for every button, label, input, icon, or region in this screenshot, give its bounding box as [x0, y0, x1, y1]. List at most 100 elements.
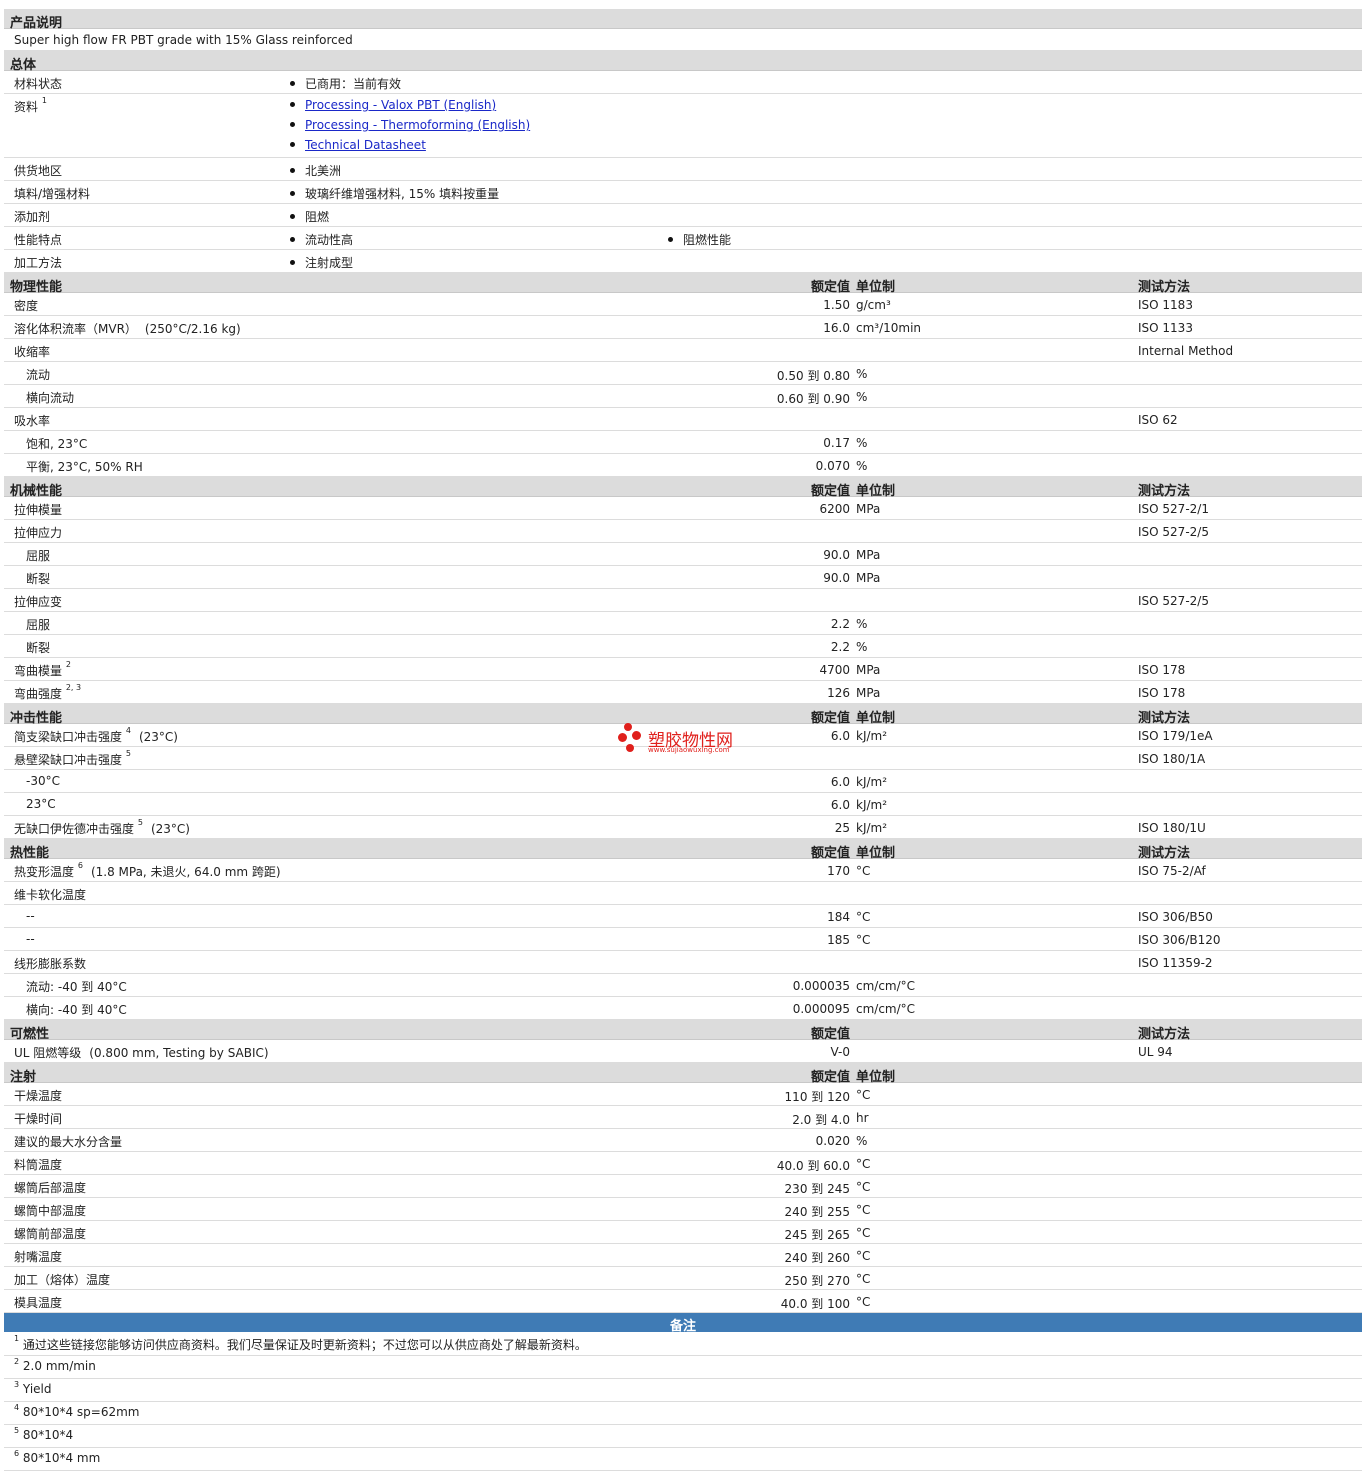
property-label: 流动	[26, 366, 50, 383]
property-value: 2.2	[830, 640, 850, 654]
property-value: 0.000035	[792, 979, 850, 993]
property-value: 0.50 到 0.80	[776, 369, 850, 383]
property-name: 横向: -40 到 40°C	[26, 1003, 127, 1017]
property-method: ISO 180/1A	[1138, 752, 1206, 766]
bullet-icon	[290, 102, 295, 107]
property-method: ISO 62	[1138, 413, 1178, 427]
note-text: 1 通过这些链接您能够访问供应商资料。我们尽量保证及时更新资料；不过您可以从供应…	[14, 1334, 587, 1353]
notes-title: 备注	[669, 1319, 696, 1334]
property-row: 弯曲强度 2, 3 126 MPa ISO 178	[4, 681, 1362, 704]
property-row: 收缩率 Internal Method	[4, 339, 1362, 362]
section-header-mechanical: 机械性能 额定值 单位制 测试方法	[4, 477, 1362, 499]
doc-link-datasheet[interactable]: Technical Datasheet	[305, 138, 426, 152]
property-label: 溶化体积流率（MVR） (250°C/2.16 kg)	[14, 320, 241, 337]
property-unit: °C	[856, 1272, 871, 1286]
footnote-number: 6	[14, 1449, 20, 1458]
property-row: 流动: -40 到 40°C 0.000035 cm/cm/°C	[4, 974, 1362, 997]
property-value: 2.0 到 4.0	[792, 1113, 850, 1127]
property-unit: cm³/10min	[856, 321, 922, 335]
property-value: 90.0	[823, 548, 850, 562]
bullet-value: 玻璃纤维增强材料, 15% 填料按重量	[290, 185, 499, 202]
property-row: 平衡, 23°C, 50% RH 0.070%	[4, 454, 1362, 477]
footnote-ref: 5	[137, 818, 143, 827]
property-row: 干燥温度 110 到 120 °C	[4, 1083, 1362, 1106]
property-row: 线形膨胀系数 ISO 11359-2	[4, 951, 1362, 974]
property-value: 0.17	[823, 436, 850, 450]
property-unit: °C	[856, 910, 871, 924]
property-row: 拉伸模量 6200 MPa ISO 527-2/1	[4, 497, 1362, 520]
property-label: 拉伸应变	[14, 593, 62, 610]
section-header-general: 总体	[4, 51, 1362, 73]
section-header-flammability: 可燃性 额定值 测试方法	[4, 1020, 1362, 1042]
property-method: ISO 11359-2	[1138, 956, 1213, 970]
property-condition: (1.8 MPa, 未退火, 64.0 mm 跨距)	[90, 865, 281, 879]
property-unit: %	[856, 459, 868, 473]
note-content: 80*10*4 mm	[22, 1451, 101, 1465]
property-value: 170	[827, 864, 850, 878]
property-value: 230 到 245	[784, 1182, 850, 1196]
bullet-icon	[290, 142, 295, 147]
property-unit: °C	[856, 864, 871, 878]
property-name: -30°C	[26, 774, 60, 788]
property-row: 模具温度 40.0 到 100 °C	[4, 1290, 1362, 1313]
property-name: 平衡, 23°C, 50% RH	[26, 460, 143, 474]
property-name: --	[26, 932, 35, 946]
property-row: 吸水率 ISO 62	[4, 408, 1362, 431]
property-value: 2.2	[830, 617, 850, 631]
doc-link-item[interactable]: Processing - Valox PBT (English)	[290, 98, 530, 118]
property-label: 拉伸应力	[14, 524, 62, 541]
property-method: ISO 1183	[1138, 298, 1193, 312]
property-row: 23°C 6.0 kJ/m²	[4, 793, 1362, 816]
footnote-ref: 5	[125, 749, 131, 758]
bullet-value: 阻燃	[290, 208, 329, 225]
row-label: 加工方法	[14, 256, 63, 270]
watermark-url: www.sujiaowuxing.com	[648, 746, 730, 754]
property-row: 屈服 90.0 MPa	[4, 543, 1362, 566]
property-name: 螺筒中部温度	[14, 1204, 87, 1218]
property-unit: %	[856, 367, 868, 381]
property-row: 螺筒前部温度 245 到 265 °C	[4, 1221, 1362, 1244]
region-row: 供货地区 北美洲	[4, 158, 1362, 181]
property-name: 密度	[14, 299, 39, 313]
note-row: 1 通过这些链接您能够访问供应商资料。我们尽量保证及时更新资料；不过您可以从供应…	[4, 1333, 1362, 1356]
doc-link-thermoforming[interactable]: Processing - Thermoforming (English)	[305, 118, 530, 132]
bullet-icon	[290, 122, 295, 127]
bullet-value: 阻燃性能	[668, 231, 731, 248]
property-condition: (250°C/2.16 kg)	[144, 322, 241, 336]
doc-link-item[interactable]: Processing - Thermoforming (English)	[290, 118, 530, 138]
footnote-ref: 2	[65, 660, 71, 669]
property-value: 240 到 260	[784, 1251, 850, 1265]
property-value: 245 到 265	[784, 1228, 850, 1242]
property-value: 0.070	[815, 459, 850, 473]
property-method: ISO 1133	[1138, 321, 1193, 335]
row-label: 供货地区	[14, 164, 63, 178]
property-row: 螺筒中部温度 240 到 255 °C	[4, 1198, 1362, 1221]
property-row: 断裂 2.2%	[4, 635, 1362, 658]
property-name: 拉伸应变	[14, 595, 63, 609]
property-label: 干燥温度	[14, 1087, 62, 1104]
property-label: 平衡, 23°C, 50% RH	[26, 458, 143, 475]
property-value: 40.0 到 100	[780, 1297, 850, 1311]
property-unit: kJ/m²	[856, 729, 888, 743]
property-value: 240 到 255	[784, 1205, 850, 1219]
property-unit: °C	[856, 1226, 871, 1240]
doc-link-item[interactable]: Technical Datasheet	[290, 138, 530, 158]
property-name: 加工（熔体）温度	[14, 1273, 111, 1287]
property-unit: MPa	[856, 686, 881, 700]
property-label: 断裂	[26, 570, 50, 587]
property-row: 射嘴温度 240 到 260 °C	[4, 1244, 1362, 1267]
property-row: 弯曲模量 2 4700 MPa ISO 178	[4, 658, 1362, 681]
property-unit: °C	[856, 933, 871, 947]
property-method: ISO 75-2/Af	[1138, 864, 1206, 878]
section-header-physical: 物理性能 额定值 单位制 测试方法	[4, 273, 1362, 295]
property-label: 流动: -40 到 40°C	[26, 978, 127, 995]
bullet-icon	[290, 237, 295, 242]
property-name: 螺筒后部温度	[14, 1181, 87, 1195]
property-unit: MPa	[856, 548, 881, 562]
footnote-number: 4	[14, 1403, 20, 1412]
description-text: Super high flow FR PBT grade with 15% Gl…	[14, 33, 353, 47]
property-row: 建议的最大水分含量 0.020%	[4, 1129, 1362, 1152]
property-row: 无缺口伊佐德冲击强度 5 (23°C) 25 kJ/m² ISO 180/1U	[4, 816, 1362, 839]
doc-link-valox[interactable]: Processing - Valox PBT (English)	[305, 98, 496, 112]
property-unit: MPa	[856, 663, 881, 677]
